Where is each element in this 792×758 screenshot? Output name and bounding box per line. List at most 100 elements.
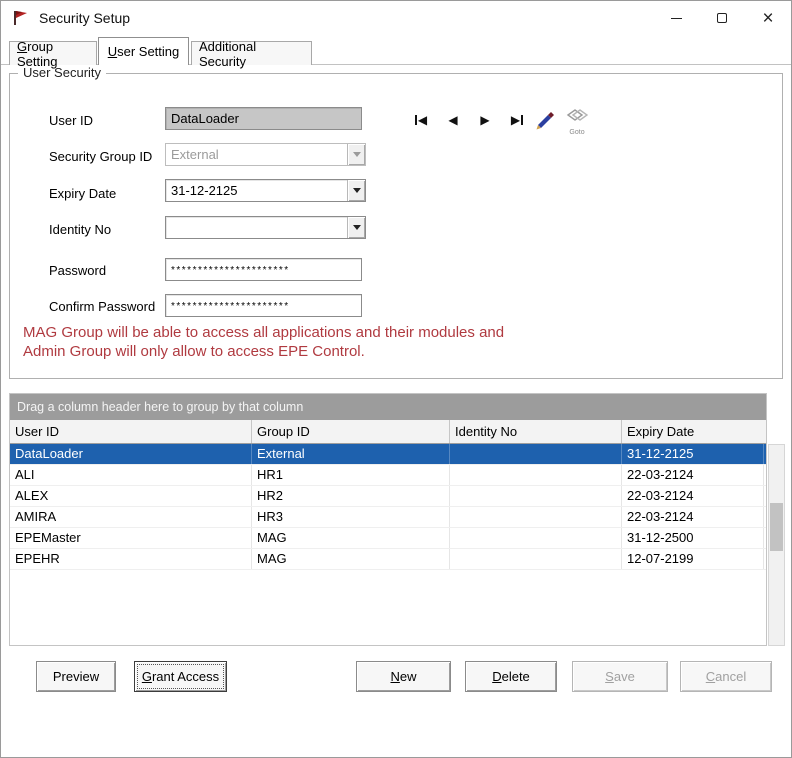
- password-input[interactable]: [165, 258, 362, 281]
- table-cell: ALI: [10, 465, 252, 485]
- column-header-user-id[interactable]: User ID: [10, 420, 252, 443]
- identity-no-dropdown-button[interactable]: [347, 217, 365, 238]
- app-icon: [14, 11, 27, 25]
- window-title: Security Setup: [39, 10, 131, 26]
- table-row[interactable]: DataLoader External 31-12-2125: [10, 444, 766, 465]
- scrollbar-thumb[interactable]: [770, 503, 783, 551]
- table-cell: 31-12-2125: [622, 444, 764, 464]
- table-cell: [450, 486, 622, 506]
- access-info-line2: Admin Group will only allow to access EP…: [23, 343, 365, 360]
- nav-prev-button[interactable]: ◀: [441, 111, 465, 129]
- password-label: Password: [49, 263, 107, 278]
- expiry-date-value: 31-12-2125: [171, 183, 238, 198]
- table-cell: EPEHR: [10, 549, 252, 569]
- tab-user-setting-label: U: [107, 44, 118, 59]
- table-row[interactable]: AMIRA HR3 22-03-2124: [10, 507, 766, 528]
- expiry-date-label: Expiry Date: [49, 186, 117, 201]
- goto-button[interactable]: Goto: [564, 107, 590, 136]
- table-cell: HR3: [252, 507, 450, 527]
- nav-next-button[interactable]: ▶: [473, 111, 497, 129]
- nav-last-bar: [521, 115, 524, 125]
- table-cell: [450, 465, 622, 485]
- table-cell: MAG: [252, 528, 450, 548]
- table-cell: ALEX: [10, 486, 252, 506]
- table-cell: MAG: [252, 549, 450, 569]
- user-id-label: User ID: [49, 113, 94, 128]
- titlebar: Security Setup ×: [1, 1, 791, 35]
- security-setup-window: Security Setup × Group Setting User Sett…: [0, 0, 792, 758]
- user-id-input[interactable]: [165, 107, 362, 130]
- goto-label: Goto: [569, 129, 585, 136]
- security-group-id-value: External: [171, 147, 219, 162]
- groupby-bar[interactable]: Drag a column header here to group by th…: [10, 394, 766, 420]
- save-button[interactable]: Save: [572, 661, 668, 692]
- minimize-button[interactable]: [653, 1, 699, 35]
- close-button[interactable]: ×: [745, 1, 791, 35]
- table-cell: [450, 528, 622, 548]
- cancel-button[interactable]: Cancel: [680, 661, 772, 692]
- access-info-message: MAG Group will be able to access all app…: [23, 323, 504, 361]
- table-row[interactable]: EPEHR MAG 12-07-2199: [10, 549, 766, 570]
- nav-first-button[interactable]: ◀: [409, 111, 433, 129]
- table-cell: External: [252, 444, 450, 464]
- maximize-icon: [717, 13, 727, 23]
- preview-button[interactable]: Preview: [36, 661, 116, 692]
- column-header-group-id[interactable]: Group ID: [252, 420, 450, 443]
- pen-icon: [536, 112, 554, 130]
- nav-last-icon: ▶: [510, 113, 521, 127]
- grid-header-row: User ID Group ID Identity No Expiry Date: [10, 420, 766, 444]
- expiry-date-combo[interactable]: 31-12-2125: [165, 179, 366, 202]
- table-cell: 22-03-2124: [622, 486, 764, 506]
- table-cell: AMIRA: [10, 507, 252, 527]
- identity-no-label: Identity No: [49, 222, 112, 237]
- tab-group-setting-label: G: [17, 38, 28, 54]
- tab-group-setting[interactable]: Group Setting: [9, 38, 97, 69]
- security-group-id-label: Security Group ID: [49, 149, 153, 164]
- grid-vertical-scrollbar[interactable]: [768, 444, 785, 646]
- chevron-down-icon: [352, 152, 361, 157]
- table-row[interactable]: ALEX HR2 22-03-2124: [10, 486, 766, 507]
- nav-next-icon: ▶: [480, 113, 490, 127]
- table-cell: EPEMaster: [10, 528, 252, 548]
- chevron-down-icon: [352, 225, 361, 230]
- confirm-password-input[interactable]: [165, 294, 362, 317]
- table-row[interactable]: ALI HR1 22-03-2124: [10, 465, 766, 486]
- expiry-date-dropdown-button[interactable]: [347, 180, 365, 201]
- table-cell: [450, 549, 622, 569]
- table-cell: HR1: [252, 465, 450, 485]
- delete-button[interactable]: Delete: [465, 661, 557, 692]
- table-cell: 22-03-2124: [622, 507, 764, 527]
- tab-additional-security[interactable]: Additional Security: [191, 39, 312, 69]
- new-button[interactable]: New: [356, 661, 451, 692]
- window-controls: ×: [653, 1, 791, 35]
- access-info-line1: MAG Group will be able to access all app…: [23, 324, 505, 341]
- column-header-expiry-date[interactable]: Expiry Date: [622, 420, 764, 443]
- edit-pen-button[interactable]: [533, 107, 557, 136]
- security-group-id-combo[interactable]: External: [165, 143, 366, 166]
- identity-no-combo[interactable]: [165, 216, 366, 239]
- nav-first-icon: ◀: [417, 113, 428, 127]
- table-cell: [450, 507, 622, 527]
- column-header-identity-no[interactable]: Identity No: [450, 420, 622, 443]
- minimize-icon: [670, 17, 682, 19]
- grid-rows: DataLoader External 31-12-2125 ALI HR1 22-03-…: [10, 444, 766, 570]
- tab-user-setting[interactable]: User Setting: [98, 37, 189, 65]
- confirm-password-label: Confirm Password: [49, 299, 156, 314]
- table-cell: HR2: [252, 486, 450, 506]
- table-cell: 22-03-2124: [622, 465, 764, 485]
- table-cell: [450, 444, 622, 464]
- nav-last-button[interactable]: ▶: [505, 111, 529, 129]
- tab-additional-security-label: Additional Security: [199, 38, 257, 69]
- maximize-button[interactable]: [699, 1, 745, 35]
- table-cell: 31-12-2500: [622, 528, 764, 548]
- record-navigator: ◀ ◀ ▶ ▶: [409, 111, 529, 129]
- grant-access-button[interactable]: Grant Access: [134, 661, 227, 692]
- table-row[interactable]: EPEMaster MAG 31-12-2500: [10, 528, 766, 549]
- table-cell: 12-07-2199: [622, 549, 764, 569]
- chevron-down-icon: [352, 188, 361, 193]
- security-group-id-dropdown-button[interactable]: [347, 144, 365, 165]
- close-icon: ×: [762, 7, 774, 29]
- table-cell: DataLoader: [10, 444, 252, 464]
- user-grid: Drag a column header here to group by th…: [9, 393, 767, 646]
- nav-prev-icon: ◀: [448, 113, 458, 127]
